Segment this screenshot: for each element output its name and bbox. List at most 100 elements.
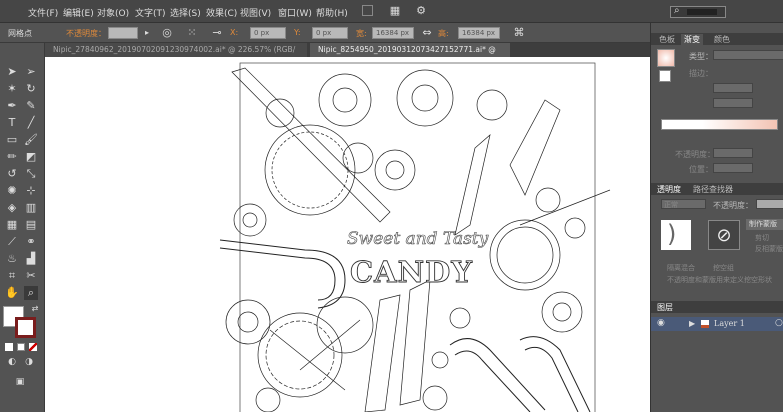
title-text: CANDY — [350, 255, 473, 290]
transform-icon[interactable]: ⌘ — [512, 26, 526, 40]
symbol-sprayer-icon[interactable]: ♨ — [5, 252, 19, 266]
eyedropper-icon[interactable]: ⟋ — [5, 235, 19, 249]
draw-mode-icon[interactable]: ◐ — [5, 355, 19, 369]
clip-checkbox[interactable]: 剪切 — [755, 233, 769, 243]
opacity-arrow-icon[interactable]: ▸ — [140, 26, 154, 40]
free-transform-icon[interactable]: ⊹ — [24, 184, 38, 198]
paintbrush-icon[interactable]: 🖌 — [24, 133, 38, 147]
graph-tool-icon[interactable]: ▟ — [24, 252, 38, 266]
opacity-label: 不透明度： — [675, 150, 715, 159]
swap-colors-icon[interactable]: ⇄ — [28, 302, 42, 316]
thumbnail: ) — [661, 220, 691, 250]
tab-document-1[interactable]: Nipic_27840962_20190702091230974002.ai* … — [45, 43, 307, 68]
zoom-tool-icon[interactable]: ⌕ — [24, 286, 38, 300]
hand-tool-icon[interactable]: ✋ — [5, 286, 19, 300]
aspect-select[interactable] — [713, 98, 753, 108]
gradient-slider[interactable] — [661, 119, 778, 130]
line-tool-icon[interactable]: ╱ — [24, 116, 38, 130]
menu-file[interactable]: 文件(F) — [28, 6, 58, 19]
tagline-text: Sweet and Tasty — [347, 229, 489, 250]
menu-select[interactable]: 选择(S) — [170, 6, 201, 19]
tab-document-2[interactable]: Nipic_8254950_20190312073427152771.ai* @… — [310, 43, 510, 68]
target-icon[interactable]: ○ — [775, 318, 783, 328]
eraser-icon[interactable]: ◩ — [24, 150, 38, 164]
curvature-tool-icon[interactable]: ✎ — [24, 99, 38, 113]
search-icon: ⌕ — [674, 5, 680, 16]
transparency-opacity-field[interactable] — [756, 199, 783, 209]
type-select[interactable] — [713, 50, 783, 60]
pencil-icon[interactable]: ✏ — [5, 150, 19, 164]
no-mask-icon[interactable]: ⊘ — [708, 220, 740, 250]
perspective-grid-icon[interactable]: ▥ — [24, 201, 38, 215]
rectangle-tool-icon[interactable]: ▭ — [5, 133, 19, 147]
pen-tool-icon[interactable]: ✒ — [5, 99, 19, 113]
selection-tool-icon[interactable]: ➤ — [5, 65, 19, 79]
link-icon[interactable]: ⇔ — [420, 26, 434, 40]
scale-tool-icon[interactable]: ⤡ — [24, 167, 38, 181]
stop-opacity-select[interactable] — [713, 148, 753, 158]
menu-view[interactable]: 视图(V) — [240, 6, 271, 19]
tab-swatches[interactable]: 色板 — [659, 34, 675, 45]
magic-wand-icon[interactable]: ✶ — [5, 82, 19, 96]
visibility-eye-icon[interactable]: ◉ — [657, 318, 665, 328]
slice-tool-icon[interactable]: ✂ — [24, 269, 38, 283]
stroke-swatch[interactable] — [15, 317, 36, 338]
height-label: 高: — [438, 29, 449, 38]
height-field[interactable]: 16384 px — [458, 27, 500, 39]
opacity-mask-shape-checkbox[interactable]: 不透明度和蒙版用来定义挖空形状 — [667, 275, 772, 285]
draw-inside-icon[interactable]: ◑ — [22, 355, 36, 369]
rotate-tool-icon[interactable]: ↺ — [5, 167, 19, 181]
tab-layers[interactable]: 图层 — [657, 302, 673, 313]
shape-builder-icon[interactable]: ◈ — [5, 201, 19, 215]
bridge-icon[interactable] — [362, 5, 373, 16]
direct-selection-tool-icon[interactable]: ➢ — [24, 65, 38, 79]
menu-help[interactable]: 帮助(H) — [316, 6, 348, 19]
align-icon[interactable]: ⁙ — [185, 26, 199, 40]
opacity-field[interactable] — [108, 27, 138, 39]
opacity-label[interactable]: 不透明度： — [66, 28, 106, 39]
menu-effect[interactable]: 效果(C) — [206, 6, 237, 19]
selection-label: 网格点 — [8, 29, 32, 38]
tab-gradient[interactable]: 渐变 — [681, 34, 703, 45]
menu-object[interactable]: 对象(O) — [97, 6, 129, 19]
make-mask-button[interactable]: 制作蒙版 — [746, 219, 783, 230]
layer-row[interactable]: ◉ ▶ Layer 1 ○ — [651, 317, 783, 331]
y-label: Y: — [294, 28, 301, 37]
x-field[interactable]: 0 px — [250, 27, 286, 39]
screen-mode-icon[interactable]: ▣ — [13, 375, 27, 389]
blend-mode-select[interactable]: 正常 — [661, 199, 706, 209]
gradient-tool-icon[interactable]: ▤ — [24, 218, 38, 232]
tab-color[interactable]: 颜色 — [714, 34, 730, 45]
lasso-icon[interactable]: ↻ — [24, 82, 38, 96]
canvas[interactable]: Sweet and Tasty CANDY — [45, 57, 650, 412]
gradient-preview[interactable] — [657, 49, 675, 67]
y-field[interactable]: 0 px — [312, 27, 348, 39]
angle-select[interactable] — [713, 83, 753, 93]
menu-edit[interactable]: 编辑(E) — [63, 6, 94, 19]
menu-window[interactable]: 窗口(W) — [278, 6, 312, 19]
gradient-mode-icon[interactable] — [17, 343, 25, 351]
anchor-icon[interactable]: ⊸ — [210, 26, 224, 40]
invert-mask-checkbox[interactable]: 反相蒙版 — [755, 244, 783, 254]
menu-type[interactable]: 文字(T) — [135, 6, 166, 19]
stop-position-select[interactable] — [713, 163, 753, 173]
search-input[interactable]: ⌕ — [670, 5, 726, 18]
blend-tool-icon[interactable]: ⚭ — [24, 235, 38, 249]
recolor-icon[interactable]: ◎ — [160, 26, 174, 40]
tab-transparency[interactable]: 透明度 — [657, 184, 681, 195]
expand-arrow-icon[interactable]: ▶ — [689, 319, 695, 328]
none-mode-icon[interactable] — [29, 343, 37, 351]
mesh-tool-icon[interactable]: ▦ — [5, 218, 19, 232]
warp-tool-icon[interactable]: ✺ — [5, 184, 19, 198]
fill-stroke-swatch[interactable] — [659, 70, 671, 82]
tab-pathfinder[interactable]: 路径查找器 — [693, 184, 733, 195]
knockout-group-checkbox[interactable]: 挖空组 — [713, 263, 734, 273]
width-field[interactable]: 16384 px — [372, 27, 414, 39]
artboard-tool-icon[interactable]: ⌗ — [5, 269, 19, 283]
layer-name[interactable]: Layer 1 — [714, 319, 745, 328]
sync-settings-icon[interactable]: ⚙ — [414, 4, 428, 18]
type-tool-icon[interactable]: T — [5, 116, 19, 130]
arrange-documents-icon[interactable]: ▦ — [388, 4, 402, 18]
isolate-blending-checkbox[interactable]: 隔离混合 — [667, 263, 695, 273]
color-mode-icon[interactable] — [5, 343, 13, 351]
